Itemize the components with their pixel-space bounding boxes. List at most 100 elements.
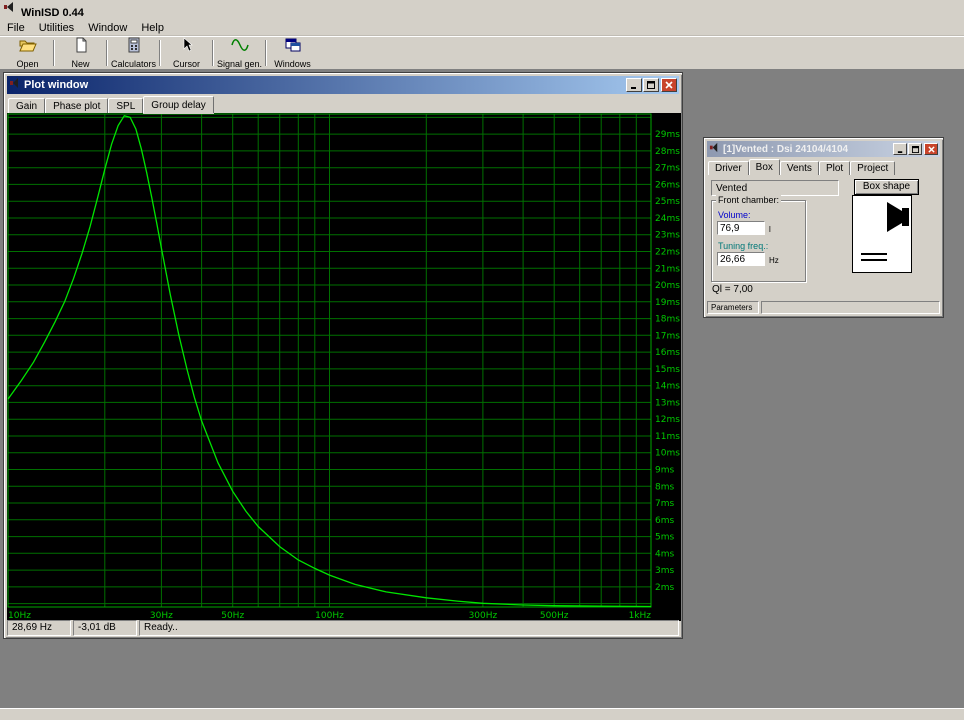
new-document-icon bbox=[73, 37, 89, 58]
ql-value-label: Ql = 7,00 bbox=[712, 284, 753, 295]
svg-text:23ms: 23ms bbox=[655, 231, 680, 241]
app-icon bbox=[3, 0, 17, 19]
svg-text:11ms: 11ms bbox=[655, 432, 680, 442]
toolbar-label: Windows bbox=[274, 59, 311, 69]
svg-text:21ms: 21ms bbox=[655, 264, 680, 274]
new-button[interactable]: New bbox=[57, 37, 104, 69]
toolbar-label: New bbox=[71, 59, 90, 69]
svg-text:26ms: 26ms bbox=[655, 180, 680, 190]
enclosure-drawing bbox=[861, 202, 909, 261]
app-titlebar[interactable]: WinISD 0.44 bbox=[0, 0, 964, 20]
app-title: WinISD 0.44 bbox=[21, 7, 84, 19]
main-window-bottom-border bbox=[0, 708, 964, 720]
svg-text:18ms: 18ms bbox=[655, 315, 680, 325]
plot-window-titlebar[interactable]: Plot window bbox=[7, 76, 679, 94]
open-button[interactable]: Open bbox=[4, 37, 51, 69]
svg-text:7ms: 7ms bbox=[655, 499, 674, 509]
menubar: File Utilities Window Help bbox=[0, 20, 964, 36]
minimize-button[interactable] bbox=[893, 143, 907, 155]
tab-spl[interactable]: SPL bbox=[108, 98, 144, 113]
svg-text:15ms: 15ms bbox=[655, 365, 680, 375]
svg-text:4ms: 4ms bbox=[655, 549, 674, 559]
box-shape-button[interactable]: Box shape bbox=[854, 179, 919, 195]
volume-unit: l bbox=[769, 225, 771, 234]
svg-text:12ms: 12ms bbox=[655, 415, 680, 425]
plot-statusbar: 28,69 Hz -3,01 dB Ready.. bbox=[7, 620, 679, 636]
close-icon[interactable] bbox=[661, 78, 677, 92]
tab-phase-plot[interactable]: Phase plot bbox=[45, 98, 109, 113]
tab-project[interactable]: Project bbox=[850, 161, 896, 175]
cursor-icon bbox=[179, 37, 195, 58]
svg-text:10ms: 10ms bbox=[655, 449, 680, 459]
box-project-window: [1]Vented : Dsi 24104/4104 Driver Box Ve… bbox=[703, 137, 944, 318]
signal-generator-icon bbox=[230, 37, 249, 58]
tuning-freq-unit: Hz bbox=[769, 256, 779, 265]
toolbar-label: Signal gen. bbox=[216, 59, 263, 69]
svg-text:5ms: 5ms bbox=[655, 533, 674, 543]
svg-text:17ms: 17ms bbox=[655, 331, 680, 341]
close-icon[interactable] bbox=[924, 143, 938, 155]
menu-help[interactable]: Help bbox=[134, 21, 171, 35]
svg-text:3ms: 3ms bbox=[655, 566, 674, 576]
signal-gen-button[interactable]: Signal gen. bbox=[216, 37, 263, 69]
svg-text:19ms: 19ms bbox=[655, 298, 680, 308]
windows-button[interactable]: Windows bbox=[269, 37, 316, 69]
minimize-button[interactable] bbox=[626, 78, 642, 92]
svg-text:16ms: 16ms bbox=[655, 348, 680, 358]
tuning-freq-input[interactable] bbox=[717, 252, 765, 266]
toolbar-separator bbox=[265, 40, 267, 66]
box-tabbar: Driver Box Vents Plot Project bbox=[708, 159, 896, 175]
box-type-dropdown[interactable]: Vented bbox=[711, 180, 839, 196]
menu-utilities[interactable]: Utilities bbox=[32, 21, 81, 35]
box-window-titlebar[interactable]: [1]Vented : Dsi 24104/4104 bbox=[707, 141, 940, 157]
toolbar-separator bbox=[53, 40, 55, 66]
box-shape-preview bbox=[852, 195, 912, 273]
volume-label: Volume: bbox=[718, 210, 751, 220]
tab-gain[interactable]: Gain bbox=[8, 98, 46, 113]
tab-plot[interactable]: Plot bbox=[818, 161, 851, 175]
toolbar-label: Calculators bbox=[110, 59, 157, 69]
svg-text:25ms: 25ms bbox=[655, 197, 680, 207]
tab-driver[interactable]: Driver bbox=[708, 161, 749, 175]
tab-group-delay[interactable]: Group delay bbox=[143, 96, 214, 113]
tab-vents[interactable]: Vents bbox=[779, 161, 819, 175]
maximize-button[interactable] bbox=[908, 143, 922, 155]
parameters-progressbar bbox=[761, 301, 940, 314]
plot-window-icon bbox=[9, 76, 21, 94]
svg-text:20ms: 20ms bbox=[655, 281, 680, 291]
cursor-button[interactable]: Cursor bbox=[163, 37, 210, 69]
front-chamber-legend: Front chamber: bbox=[716, 195, 782, 205]
svg-text:13ms: 13ms bbox=[655, 398, 680, 408]
plot-area[interactable]: 29ms 28ms 27ms 26ms 25ms 24ms 23ms 22ms 21ms 20ms… bbox=[7, 113, 681, 621]
menu-file[interactable]: File bbox=[0, 21, 32, 35]
desktop: { "colors": { "chrome": "#d4d0c8", "mdi_… bbox=[0, 0, 964, 720]
toolbar-separator bbox=[106, 40, 108, 66]
open-folder-icon bbox=[18, 37, 37, 58]
maximize-button[interactable] bbox=[643, 78, 659, 92]
svg-text:22ms: 22ms bbox=[655, 248, 680, 258]
status-message: Ready.. bbox=[139, 620, 679, 636]
plot-tabbar: Gain Phase plot SPL Group delay bbox=[8, 95, 214, 113]
toolbar: Open New Calculators Cursor Signal gen. … bbox=[0, 36, 964, 70]
tuning-freq-label: Tuning freq.: bbox=[718, 241, 769, 251]
box-window-title: [1]Vented : Dsi 24104/4104 bbox=[723, 143, 849, 155]
svg-text:6ms: 6ms bbox=[655, 516, 674, 526]
svg-text:27ms: 27ms bbox=[655, 164, 680, 174]
toolbar-label: Cursor bbox=[172, 59, 200, 69]
group-delay-chart: 29ms 28ms 27ms 26ms 25ms 24ms 23ms 22ms 21ms 20ms… bbox=[7, 113, 681, 621]
box-window-icon bbox=[709, 140, 720, 158]
calculators-button[interactable]: Calculators bbox=[110, 37, 157, 69]
svg-text:28ms: 28ms bbox=[655, 147, 680, 157]
menu-window[interactable]: Window bbox=[81, 21, 134, 35]
svg-text:24ms: 24ms bbox=[655, 214, 680, 224]
svg-text:9ms: 9ms bbox=[655, 466, 674, 476]
parameters-status-label: Parameters bbox=[707, 301, 759, 314]
cursor-frequency-readout: 28,69 Hz bbox=[7, 620, 71, 636]
svg-text:2ms: 2ms bbox=[655, 583, 674, 593]
toolbar-separator bbox=[212, 40, 214, 66]
volume-input[interactable] bbox=[717, 221, 765, 235]
plot-window-title: Plot window bbox=[24, 79, 89, 91]
tab-box[interactable]: Box bbox=[748, 159, 780, 175]
windows-icon bbox=[285, 37, 301, 58]
toolbar-label: Open bbox=[16, 59, 39, 69]
